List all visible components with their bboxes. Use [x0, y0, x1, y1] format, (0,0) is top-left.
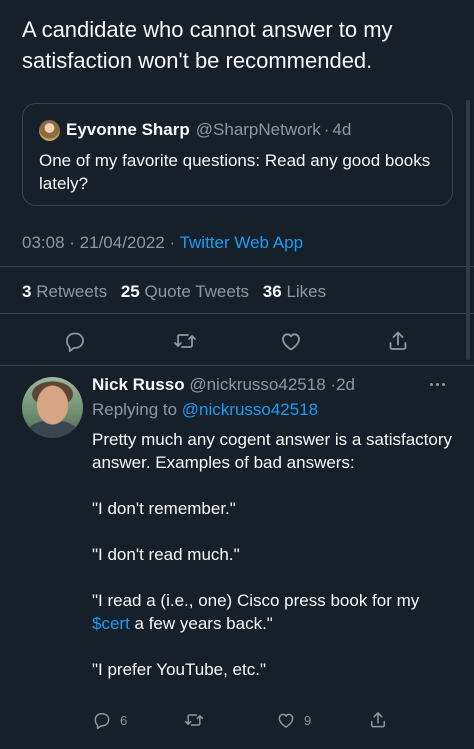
replying-to: Replying to @nickrusso42518	[92, 400, 318, 420]
scrollbar[interactable]	[466, 100, 470, 360]
reply-text: Pretty much any cogent answer is a satis…	[92, 428, 452, 681]
divider	[0, 313, 474, 314]
like-icon	[282, 333, 300, 351]
retweet-icon	[174, 334, 196, 348]
likes-count[interactable]: 36	[263, 282, 282, 301]
tweet-stats: 3 Retweets 25 Quote Tweets 36 Likes	[22, 282, 335, 302]
reply-paragraph: Pretty much any cogent answer is a satis…	[92, 430, 452, 472]
retweets-count[interactable]: 3	[22, 282, 31, 301]
reply-paragraph: "I don't remember."	[92, 499, 236, 518]
retweets-label[interactable]: Retweets	[36, 282, 107, 301]
share-icon	[389, 331, 407, 350]
likes-label[interactable]: Likes	[286, 282, 326, 301]
reply-author-name[interactable]: Nick Russo	[92, 375, 185, 394]
reply-paragraph: "I don't read much."	[92, 545, 240, 564]
replying-prefix: Replying to	[92, 400, 178, 419]
tweet-time[interactable]: 03:08	[22, 233, 65, 252]
retweet-icon	[184, 714, 204, 726]
separator-dot: ·	[169, 233, 180, 252]
separator-dot: ·	[69, 233, 80, 252]
tweet-date[interactable]: 21/04/2022	[80, 233, 165, 252]
quoted-avatar	[39, 119, 60, 141]
share-button[interactable]	[368, 708, 388, 732]
reply-button[interactable]	[60, 326, 90, 356]
reply-text-segment: "I read a (i.e., one) Cisco press book f…	[92, 591, 420, 610]
retweet-button[interactable]	[170, 326, 200, 356]
like-icon	[278, 713, 294, 728]
reply-actions: 6 9	[0, 708, 474, 732]
reply-icon	[94, 713, 110, 730]
reply-header: Nick Russo @nickrusso42518 ·2d	[92, 375, 355, 395]
separator-dot: ·	[323, 120, 330, 139]
like-button[interactable]: 9	[276, 708, 311, 732]
tweet-text: A candidate who cannot answer to my sati…	[22, 17, 393, 73]
tweet-actions	[0, 326, 474, 356]
reply-age[interactable]: 2d	[336, 375, 355, 394]
replying-mention[interactable]: @nickrusso42518	[182, 400, 318, 419]
share-icon	[371, 712, 385, 728]
quoted-tweet-header: Eyvonne Sharp @SharpNetwork · 4d	[39, 119, 351, 141]
cashtag-link[interactable]: $cert	[92, 614, 130, 633]
quoted-author-handle: @SharpNetwork	[195, 120, 321, 139]
like-button[interactable]	[276, 326, 306, 356]
quotes-count[interactable]: 25	[121, 282, 140, 301]
reply-paragraph: "I read a (i.e., one) Cisco press book f…	[92, 589, 452, 635]
share-button[interactable]	[383, 326, 413, 356]
reply-author-handle[interactable]: @nickrusso42518	[189, 375, 325, 394]
quoted-author-name: Eyvonne Sharp	[66, 120, 190, 139]
quoted-tweet-card[interactable]: Eyvonne Sharp @SharpNetwork · 4d One of …	[22, 103, 453, 206]
tweet-meta: 03:08 · 21/04/2022 · Twitter Web App	[22, 233, 303, 253]
reply-tweet[interactable]: Nick Russo @nickrusso42518 ·2d Replying …	[0, 366, 474, 749]
tweet-source[interactable]: Twitter Web App	[180, 233, 303, 252]
more-icon[interactable]	[430, 378, 452, 390]
reply-text-segment: a few years back."	[129, 614, 273, 633]
retweet-button[interactable]	[184, 708, 204, 732]
avatar[interactable]	[22, 377, 83, 438]
reply-button[interactable]: 6	[92, 708, 127, 732]
quotes-label[interactable]: Quote Tweets	[144, 282, 249, 301]
divider	[0, 266, 474, 267]
reply-count: 6	[120, 712, 128, 728]
reply-paragraph: "I prefer YouTube, etc."	[92, 660, 266, 679]
quoted-age: 4d	[332, 120, 352, 139]
quoted-tweet-text: One of my favorite questions: Read any g…	[39, 151, 431, 193]
reply-icon	[66, 332, 84, 352]
like-count: 9	[304, 712, 312, 728]
